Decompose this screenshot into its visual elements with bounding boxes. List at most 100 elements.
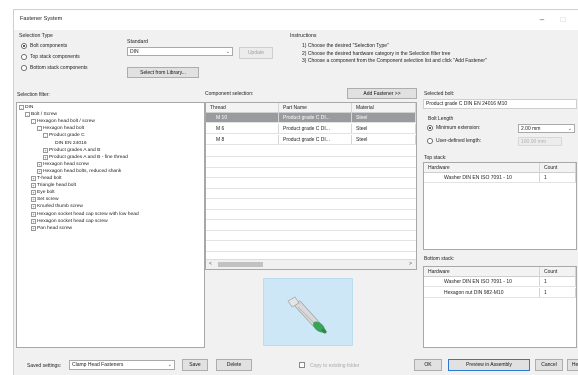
- radio-label: Top stack components: [30, 54, 80, 60]
- selection-filter-label: Selection filter:: [17, 92, 50, 98]
- top-stack-table[interactable]: Hardware Count Washer DIN EN ISO 7091 - …: [423, 162, 577, 250]
- tree-item[interactable]: - Hexagon head bolt / screw: [31, 119, 95, 125]
- expand-icon[interactable]: +: [37, 161, 42, 167]
- preview-in-assembly-button[interactable]: Preview in Assembly: [448, 359, 530, 371]
- radio-minimum-extension[interactable]: Minimum extension:: [427, 125, 480, 131]
- tree-item[interactable]: + Hexagon socket head cap screw: [31, 218, 108, 224]
- cell-material: Steel: [352, 113, 416, 122]
- column-header-thread[interactable]: Thread: [206, 103, 279, 112]
- expand-icon[interactable]: +: [43, 154, 48, 160]
- tree-item-label: Hexagon socket head cap screw with low h…: [37, 211, 139, 217]
- table-header: Hardware Count: [424, 267, 576, 277]
- tree-item[interactable]: + T-head bolt: [31, 176, 61, 181]
- component-selection-table[interactable]: Thread Part Name Material M 10 Product g…: [205, 102, 417, 270]
- tree-item[interactable]: - Bolt / Screw: [25, 112, 58, 118]
- collapse-icon[interactable]: -: [37, 126, 42, 132]
- saved-settings-select[interactable]: Clamp Head Fasteners ⌄: [69, 360, 175, 370]
- standard-select[interactable]: DIN ⌄: [127, 47, 233, 56]
- select-from-library-button[interactable]: Select from Library...: [127, 67, 199, 78]
- cell-part-name: Product grade C DI...: [279, 124, 352, 133]
- expand-icon[interactable]: +: [31, 211, 36, 217]
- scroll-thumb[interactable]: [218, 262, 263, 267]
- saved-settings-value: Clamp Head Fasteners: [72, 362, 124, 368]
- tree-item[interactable]: + Knurled thumb screw: [31, 204, 83, 210]
- tree-item-label: Hexagon socket head cap screw: [37, 218, 108, 224]
- column-header-hardware[interactable]: Hardware: [424, 163, 540, 172]
- cell-material: Steel: [352, 135, 416, 144]
- radio-bolt-components[interactable]: Bolt components: [21, 43, 67, 49]
- table-row[interactable]: Washer DIN EN ISO 7091 - 10 1: [424, 277, 576, 287]
- horizontal-scrollbar[interactable]: < >: [206, 259, 416, 269]
- copy-to-folder-checkbox[interactable]: [299, 362, 305, 368]
- expand-icon[interactable]: +: [31, 204, 36, 210]
- expand-icon[interactable]: +: [31, 190, 36, 196]
- empty-row-line: [206, 208, 416, 210]
- help-button[interactable]: Help: [567, 359, 578, 371]
- add-fastener-button[interactable]: Add Fastener >>: [347, 88, 417, 99]
- tree-item[interactable]: + Triangle head bolt: [31, 183, 76, 189]
- empty-row-line: [206, 177, 416, 178]
- table-row[interactable]: Hexagon nut DIN 982-M10 1: [424, 288, 576, 298]
- maximize-icon[interactable]: □: [554, 14, 572, 26]
- column-header-part-name[interactable]: Part Name: [279, 103, 352, 112]
- minimum-extension-select[interactable]: 2.00 mm ⌄: [518, 124, 575, 133]
- tree-item[interactable]: - Product grade C: [43, 133, 85, 139]
- tree-item[interactable]: + Hexagon socket head cap screw with low …: [31, 211, 139, 217]
- chevron-down-icon: ⌄: [567, 125, 572, 132]
- tree-item[interactable]: + Hexagon head screw: [37, 161, 89, 167]
- collapse-icon[interactable]: -: [25, 112, 30, 118]
- table-row[interactable]: Washer DIN EN ISO 7091 - 10 1: [424, 173, 576, 183]
- column-header-count[interactable]: Count: [540, 163, 576, 172]
- column-header-material[interactable]: Material: [352, 103, 416, 112]
- cancel-button[interactable]: Cancel: [535, 359, 563, 371]
- save-button[interactable]: Save: [182, 359, 208, 371]
- table-row[interactable]: M 8 Product grade C DI... Steel: [206, 135, 416, 145]
- radio-top-stack-components[interactable]: Top stack components: [21, 54, 80, 60]
- radio-bottom-stack-components[interactable]: Bottom stack components: [21, 65, 88, 71]
- user-defined-length-field[interactable]: 100.00 mm: [518, 137, 562, 146]
- radio-user-defined-length[interactable]: User-defined length:: [427, 138, 481, 144]
- tree-item[interactable]: + Eye bolt: [31, 190, 55, 196]
- expand-icon[interactable]: +: [43, 147, 48, 153]
- tree-item[interactable]: - Hexagon head bolt: [37, 126, 84, 132]
- column-header-count[interactable]: Count: [540, 267, 576, 276]
- expand-icon[interactable]: +: [31, 225, 36, 231]
- scroll-left-icon[interactable]: <: [209, 261, 212, 267]
- copy-to-folder-label: Copy to existing folder: [310, 363, 360, 369]
- cell-material: Steel: [352, 124, 416, 133]
- delete-button[interactable]: Delete: [216, 359, 252, 371]
- table-row[interactable]: M 10 Product grade C DI... Steel: [206, 113, 416, 123]
- tree-item[interactable]: + Pan head screw: [31, 225, 72, 231]
- radio-dot: [427, 138, 433, 144]
- scroll-right-icon[interactable]: >: [409, 261, 412, 267]
- tree-item[interactable]: - DIN: [19, 105, 33, 110]
- radio-label: Bolt components: [30, 43, 68, 49]
- bottom-stack-table[interactable]: Hardware Count Washer DIN EN ISO 7091 - …: [423, 266, 577, 348]
- expand-icon[interactable]: +: [31, 176, 36, 181]
- collapse-icon[interactable]: -: [31, 119, 36, 125]
- bottom-stack-label: Bottom stack:: [424, 256, 455, 262]
- tree-item[interactable]: + Product grades A and B: [43, 147, 100, 153]
- selection-filter-tree[interactable]: - DIN - Bolt / Screw - Hexagon head bolt / sc…: [16, 102, 205, 348]
- expand-icon[interactable]: +: [31, 218, 36, 224]
- tree-item-label: T-head bolt: [37, 176, 62, 181]
- radio-dot: [21, 54, 27, 60]
- cell-hardware: Washer DIN EN ISO 7091 - 10: [424, 277, 540, 286]
- tree-item[interactable]: + Hexagon head bolts, reduced shank: [37, 168, 121, 174]
- selection-type-label: Selection Type: [19, 33, 53, 39]
- tree-item[interactable]: + Set screw: [31, 197, 58, 203]
- collapse-icon[interactable]: -: [43, 133, 48, 139]
- column-header-hardware[interactable]: Hardware: [424, 267, 540, 276]
- tree-item[interactable]: DIN EN 24016: [55, 141, 87, 146]
- expand-icon[interactable]: +: [31, 183, 36, 189]
- ok-button[interactable]: OK: [414, 359, 442, 371]
- expand-icon[interactable]: +: [37, 168, 42, 174]
- minimize-icon[interactable]: –: [533, 14, 551, 26]
- update-button[interactable]: Update: [239, 47, 273, 59]
- tree-item[interactable]: + Product grades A and B - fine thread: [43, 154, 128, 160]
- expand-icon[interactable]: +: [31, 197, 36, 203]
- collapse-icon[interactable]: -: [19, 105, 24, 110]
- tree-item-label: Bolt / Screw: [31, 112, 58, 118]
- table-row[interactable]: M 6 Product grade C DI... Steel: [206, 124, 416, 134]
- radio-label: User-defined length:: [436, 138, 482, 144]
